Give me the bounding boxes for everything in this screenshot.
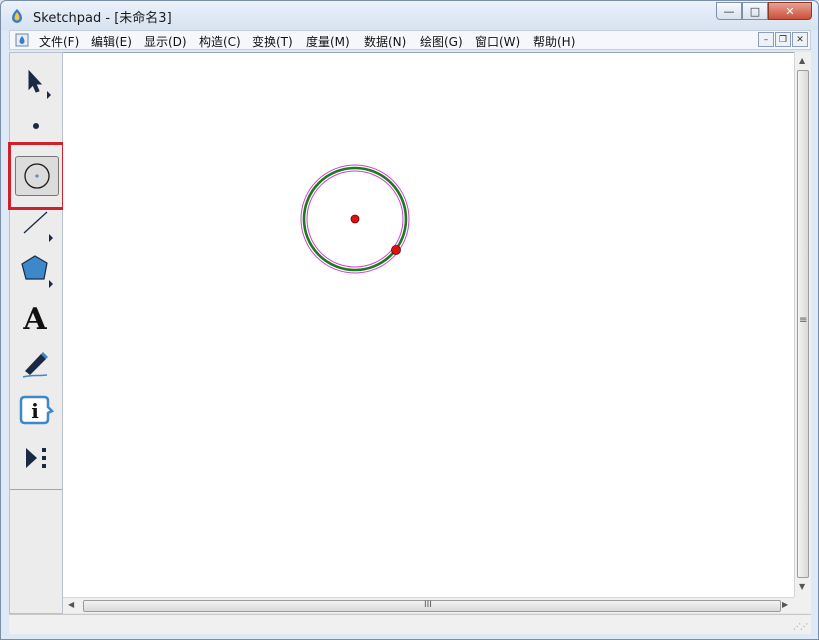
toolbox-divider: [10, 489, 62, 490]
menu-display[interactable]: 显示(D): [144, 33, 187, 50]
info-tool-glyph: i: [31, 399, 39, 423]
title-bar: Sketchpad - [未命名3] — □ ✕: [1, 1, 818, 30]
selection-arrow-tool[interactable]: [10, 63, 62, 107]
close-button[interactable]: ✕: [768, 2, 812, 20]
polygon-tool[interactable]: [10, 249, 62, 293]
resize-grip-icon[interactable]: ⋰⋰: [793, 622, 808, 631]
app-window: Sketchpad - [未命名3] — □ ✕ 文件(F) 编辑(E) 显示(…: [0, 0, 819, 640]
play-more-icon: [26, 448, 46, 468]
arrow-icon: [28, 69, 51, 99]
document-window-buttons: – ❐ ✕: [758, 32, 808, 47]
pentagon-icon: [21, 255, 53, 288]
window-title: Sketchpad - [未命名3]: [33, 11, 172, 26]
menu-window[interactable]: 窗口(W): [475, 33, 520, 50]
toolbox: A i: [8, 52, 65, 614]
information-tool[interactable]: i: [10, 389, 62, 433]
vertical-scrollbar[interactable]: ▲ ≡ ▼: [794, 52, 811, 597]
marker-pen-icon: [22, 352, 48, 378]
minimize-button[interactable]: —: [716, 2, 742, 20]
caption-buttons: — □ ✕: [716, 2, 812, 20]
marker-tool[interactable]: [10, 342, 62, 386]
horizontal-scroll-thumb[interactable]: III: [83, 600, 781, 612]
horizontal-grip-icon: III: [424, 600, 432, 610]
vertical-grip-icon: ≡: [799, 315, 808, 326]
menu-data[interactable]: 数据(N): [364, 33, 406, 50]
scroll-down-arrow[interactable]: ▼: [799, 582, 805, 591]
text-icon: A: [22, 302, 47, 337]
sketchpad-logo-icon: [12, 9, 22, 23]
text-tool[interactable]: A: [10, 296, 62, 340]
circle-center-point[interactable]: [350, 214, 360, 224]
text-tool-glyph: A: [22, 302, 47, 337]
segment-icon: [23, 211, 53, 242]
info-icon: i: [19, 395, 55, 425]
maximize-button[interactable]: □: [742, 2, 768, 20]
menu-file[interactable]: 文件(F): [39, 33, 79, 50]
menu-construct[interactable]: 构造(C): [199, 33, 241, 50]
status-bar: ⋰⋰: [9, 614, 811, 634]
horizontal-scrollbar[interactable]: ◀ III ▶: [63, 597, 794, 613]
menu-bar: 文件(F) 编辑(E) 显示(D) 构造(C) 变换(T) 度量(M) 数据(N…: [9, 30, 811, 50]
circle-radius-point[interactable]: [391, 245, 401, 255]
scrollbar-corner: [794, 597, 811, 613]
doc-restore-button[interactable]: ❐: [775, 32, 791, 47]
scroll-up-arrow[interactable]: ▲: [799, 56, 805, 65]
menu-help[interactable]: 帮助(H): [533, 33, 575, 50]
compass-tool[interactable]: [15, 156, 59, 196]
doc-close-button[interactable]: ✕: [792, 32, 808, 47]
custom-tool[interactable]: [10, 437, 62, 481]
straightedge-tool[interactable]: [10, 203, 62, 247]
circle-icon: [24, 163, 50, 189]
menu-graph[interactable]: 绘图(G): [420, 33, 463, 50]
sketch-canvas[interactable]: [63, 52, 794, 597]
menu-transform[interactable]: 变换(T): [252, 33, 293, 50]
doc-minimize-button[interactable]: –: [758, 32, 774, 47]
scroll-right-arrow[interactable]: ▶: [782, 600, 788, 609]
menu-measure[interactable]: 度量(M): [306, 33, 350, 50]
scroll-left-arrow[interactable]: ◀: [68, 600, 74, 609]
tool-selection-highlight: [8, 142, 65, 210]
sketch-drawing: [300, 164, 410, 274]
menu-edit[interactable]: 编辑(E): [91, 33, 132, 50]
vertical-scroll-thumb[interactable]: ≡: [797, 70, 809, 578]
document-icon[interactable]: [15, 33, 29, 47]
